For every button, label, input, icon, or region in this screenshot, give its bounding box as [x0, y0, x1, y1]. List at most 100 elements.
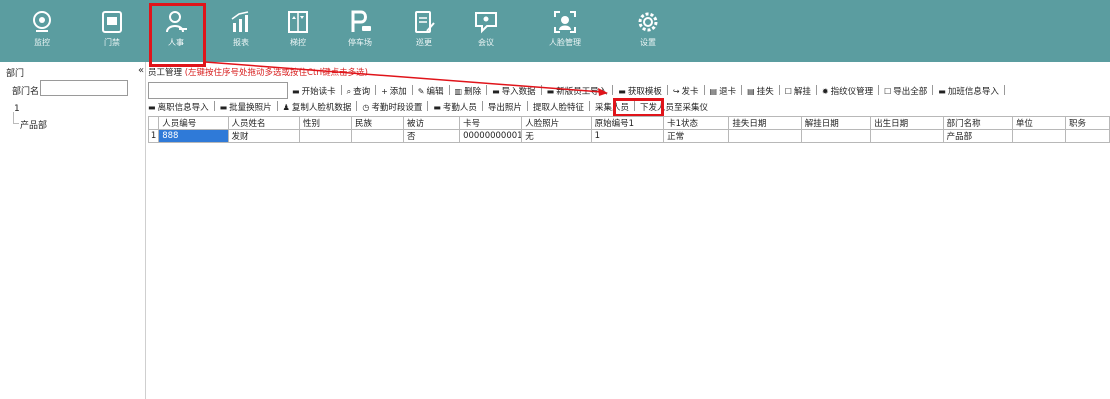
toolbar-separator — [481, 101, 483, 111]
trash-icon: ▥ — [454, 87, 463, 96]
table-cell[interactable] — [728, 129, 802, 143]
nav-item-report[interactable]: 报表 — [213, 0, 269, 62]
button-label: 开始读卡 — [301, 87, 336, 97]
copy-face-data-button[interactable]: ♟ 复制人脸机数据 — [283, 101, 352, 113]
button-label: 新版员工导入 — [556, 87, 608, 97]
copy-face-icon: ♟ — [282, 103, 290, 112]
resignation-import-button[interactable]: ▬ 离职信息导入 — [148, 101, 209, 113]
issue-card-icon: ↪ — [672, 87, 680, 96]
nav-item-elevator[interactable]: 梯控 — [270, 0, 326, 62]
import-icon: ▬ — [938, 87, 946, 96]
column-header[interactable]: 被访 — [402, 116, 461, 130]
table-cell[interactable] — [870, 129, 944, 143]
nav-item-face-management[interactable]: 人脸管理 — [534, 0, 596, 62]
table-cell[interactable] — [350, 129, 404, 143]
attendance-staff-button[interactable]: ▬ 考勤人员 — [433, 101, 477, 113]
column-header[interactable]: 人员姓名 — [227, 116, 300, 130]
lost-card-icon: ▤ — [747, 87, 755, 96]
button-label: 批量换照片 — [229, 103, 272, 113]
fingerprint-manager-button[interactable]: ✹ 指纹仪管理 — [822, 85, 873, 97]
nav-item-meeting[interactable]: 会议 — [458, 0, 514, 62]
export-icon: ☐ — [884, 87, 892, 96]
table-cell[interactable] — [298, 129, 352, 143]
plus-icon: + — [381, 87, 388, 96]
export-all-button[interactable]: ☐ 导出全部 — [884, 85, 927, 97]
template-icon: ▬ — [618, 87, 626, 96]
button-label: 指纹仪管理 — [830, 87, 874, 97]
toolbar-separator — [276, 101, 278, 111]
new-staff-import-button[interactable]: ▬ 新版员工导入 — [547, 85, 608, 97]
department-panel: 部门 部门名 1 产品部 — [0, 62, 146, 399]
cancel-lost-button[interactable]: ☐ 解挂 — [785, 85, 811, 97]
nav-item-parking[interactable]: 停车场 — [332, 0, 388, 62]
photo-icon: ▬ — [219, 103, 228, 112]
return-card-button[interactable]: ▤ 退卡 — [710, 85, 737, 97]
get-template-button[interactable]: ▬ 获取模板 — [618, 85, 662, 97]
add-button[interactable]: + 添加 — [381, 85, 407, 97]
column-header[interactable]: 部门名称 — [942, 116, 1013, 130]
overtime-import-button[interactable]: ▬ 加班信息导入 — [938, 85, 999, 97]
start-read-card-button[interactable]: ▬ 开始读卡 — [292, 85, 336, 97]
column-header[interactable]: 职务 — [1064, 116, 1110, 130]
department-name-input[interactable] — [40, 80, 128, 96]
table-cell[interactable]: 产品部 — [942, 129, 1013, 143]
table-cell[interactable]: 1 — [590, 129, 665, 143]
department-filter-label: 部门名 — [12, 87, 40, 97]
tree-node-root[interactable]: 1 — [14, 104, 20, 114]
tree-node-product-dept[interactable]: 产品部 — [20, 118, 47, 131]
nav-label: 巡更 — [416, 38, 432, 47]
table-cell[interactable]: 无 — [521, 129, 592, 143]
table-cell[interactable]: 否 — [402, 129, 461, 143]
personnel-highlight-box — [149, 3, 206, 67]
collapse-panel-button[interactable]: « — [138, 65, 144, 76]
button-label: 发卡 — [681, 87, 699, 97]
column-header[interactable]: 性别 — [298, 116, 352, 130]
table-cell[interactable] — [1011, 129, 1066, 143]
nav-item-monitor[interactable]: 监控 — [14, 0, 70, 62]
column-header[interactable]: 人员编号 — [158, 116, 229, 130]
column-header[interactable]: 解挂日期 — [800, 116, 872, 130]
import-data-button[interactable]: ▬ 导入数据 — [492, 85, 536, 97]
search-input[interactable] — [148, 82, 288, 99]
column-header[interactable]: 挂失日期 — [728, 116, 802, 130]
button-label: 离职信息导入 — [157, 103, 209, 113]
unlock-card-icon: ☐ — [784, 87, 792, 96]
issue-card-button[interactable]: ↪ 发卡 — [673, 85, 699, 97]
row-number[interactable]: 1 — [147, 129, 160, 143]
column-header[interactable]: 卡号 — [459, 116, 523, 130]
column-header[interactable]: 出生日期 — [870, 116, 944, 130]
column-header[interactable]: 民族 — [350, 116, 404, 130]
table-cell[interactable]: 正常 — [663, 129, 730, 143]
table-cell[interactable]: 888 — [158, 129, 229, 143]
edit-button[interactable]: ✎ 编辑 — [418, 85, 444, 97]
nav-item-settings[interactable]: 设置 — [620, 0, 676, 62]
column-header[interactable]: 原始编号1 — [590, 116, 665, 130]
nav-item-door-access[interactable]: 门禁 — [84, 0, 140, 62]
meeting-icon — [475, 12, 497, 34]
query-button[interactable]: ⌕ 查询 — [347, 85, 371, 97]
panel-title: 部门 — [6, 69, 25, 79]
toolbar-separator — [612, 85, 614, 95]
breadcrumb: 员工管理 (左键按住序号处拖动多选或按住Ctrl键点击多选) — [148, 66, 368, 78]
toolbar-separator — [588, 101, 590, 111]
table-row[interactable]: 1 888 发财 否 00000000001 无 1 正常 产品部 — [147, 129, 1110, 143]
button-label: 添加 — [389, 87, 407, 97]
report-lost-button[interactable]: ▤ 挂失 — [747, 85, 774, 97]
bar-report-icon — [231, 11, 249, 32]
extract-face-feature-button[interactable]: 提取人脸特征 — [533, 101, 584, 113]
table-cell[interactable] — [800, 129, 872, 143]
button-label: 编辑 — [426, 87, 444, 97]
table-cell[interactable]: 发财 — [227, 129, 300, 143]
delete-button[interactable]: ▥ 删除 — [455, 85, 482, 97]
table-cell[interactable] — [1064, 129, 1110, 143]
toolbar-primary: ▬ 开始读卡 ⌕ 查询 + 添加 ✎ 编辑 ▥ 删除 ▬ 导入数据 ▬ 新版员工导入 ▬ 获取模板 ↪ 发卡 ▤ 退卡… — [292, 85, 1010, 99]
export-photos-button[interactable]: 导出照片 — [488, 101, 522, 113]
attendance-period-button[interactable]: ◷ 考勤时段设置 — [362, 101, 422, 113]
column-header[interactable]: 人脸照片 — [521, 116, 592, 130]
nav-item-patrol[interactable]: 巡更 — [396, 0, 452, 62]
table-cell[interactable]: 00000000001 — [459, 129, 523, 143]
batch-photo-button[interactable]: ▬ 批量换照片 — [220, 101, 272, 113]
column-header[interactable]: 卡1状态 — [663, 116, 730, 130]
column-header[interactable]: 单位 — [1011, 116, 1066, 130]
toolbar-separator — [703, 85, 705, 95]
